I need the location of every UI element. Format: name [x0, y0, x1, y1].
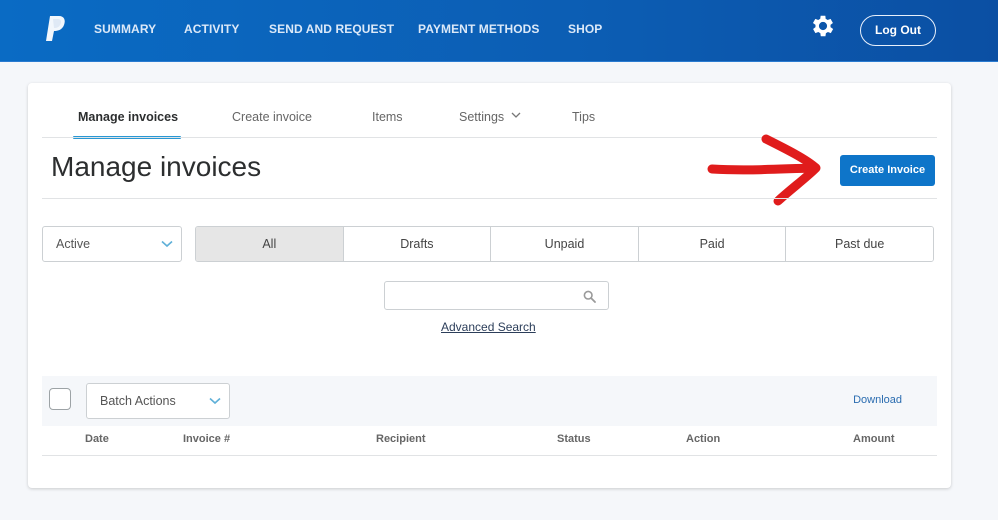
segment-paid[interactable]: Paid	[637, 227, 786, 261]
segment-drafts[interactable]: Drafts	[342, 227, 491, 261]
segment-unpaid[interactable]: Unpaid	[490, 227, 638, 261]
title-divider	[42, 198, 937, 199]
nav-payment-methods[interactable]: PAYMENT METHODS	[418, 22, 540, 36]
nav-shop[interactable]: SHOP	[568, 22, 602, 36]
top-navigation-bar: SUMMARY ACTIVITY SEND AND REQUEST PAYMEN…	[0, 0, 998, 62]
batch-actions-select[interactable]: Batch Actions	[86, 383, 230, 419]
gear-icon[interactable]	[809, 12, 837, 40]
paypal-logo-icon[interactable]	[44, 15, 66, 43]
select-all-checkbox[interactable]	[49, 388, 71, 410]
nav-send-and-request[interactable]: SEND AND REQUEST	[269, 22, 394, 36]
download-link[interactable]: Download	[853, 394, 902, 406]
column-header-invoice-number[interactable]: Invoice #	[183, 433, 230, 445]
status-select-value: Active	[56, 237, 91, 251]
status-select[interactable]: Active	[42, 226, 182, 262]
logout-button[interactable]: Log Out	[860, 15, 936, 46]
status-filter-segments: All Drafts Unpaid Paid Past due	[195, 226, 934, 262]
column-header-action[interactable]: Action	[686, 433, 720, 445]
nav-activity[interactable]: ACTIVITY	[184, 22, 239, 36]
segment-past-due[interactable]: Past due	[785, 227, 933, 261]
tab-settings[interactable]: Settings	[459, 110, 521, 124]
tab-items[interactable]: Items	[372, 110, 403, 124]
advanced-search-link[interactable]: Advanced Search	[441, 320, 536, 334]
search-input[interactable]	[393, 282, 583, 309]
tab-tips[interactable]: Tips	[572, 110, 595, 124]
table-header-divider	[42, 455, 937, 456]
column-header-date[interactable]: Date	[85, 433, 109, 445]
red-arrow-annotation	[707, 134, 821, 206]
chevron-down-icon	[161, 240, 173, 248]
search-box	[384, 281, 609, 310]
nav-summary[interactable]: SUMMARY	[94, 22, 156, 36]
invoices-card: Manage invoices Create invoice Items Set…	[28, 83, 951, 488]
batch-actions-label: Batch Actions	[100, 394, 176, 408]
column-header-amount[interactable]: Amount	[853, 433, 895, 445]
tab-settings-label: Settings	[459, 110, 505, 124]
create-invoice-button[interactable]: Create Invoice	[840, 155, 935, 186]
page-title: Manage invoices	[51, 151, 262, 182]
search-icon[interactable]	[583, 290, 596, 303]
tab-manage-invoices[interactable]: Manage invoices	[78, 110, 178, 124]
column-header-status[interactable]: Status	[557, 433, 591, 445]
tab-create-invoice[interactable]: Create invoice	[232, 110, 312, 124]
chevron-down-icon	[209, 397, 221, 405]
chevron-down-icon	[511, 112, 521, 118]
column-header-recipient[interactable]: Recipient	[376, 433, 426, 445]
segment-all[interactable]: All	[196, 227, 343, 261]
batch-actions-bar: Batch Actions Download	[42, 376, 937, 426]
